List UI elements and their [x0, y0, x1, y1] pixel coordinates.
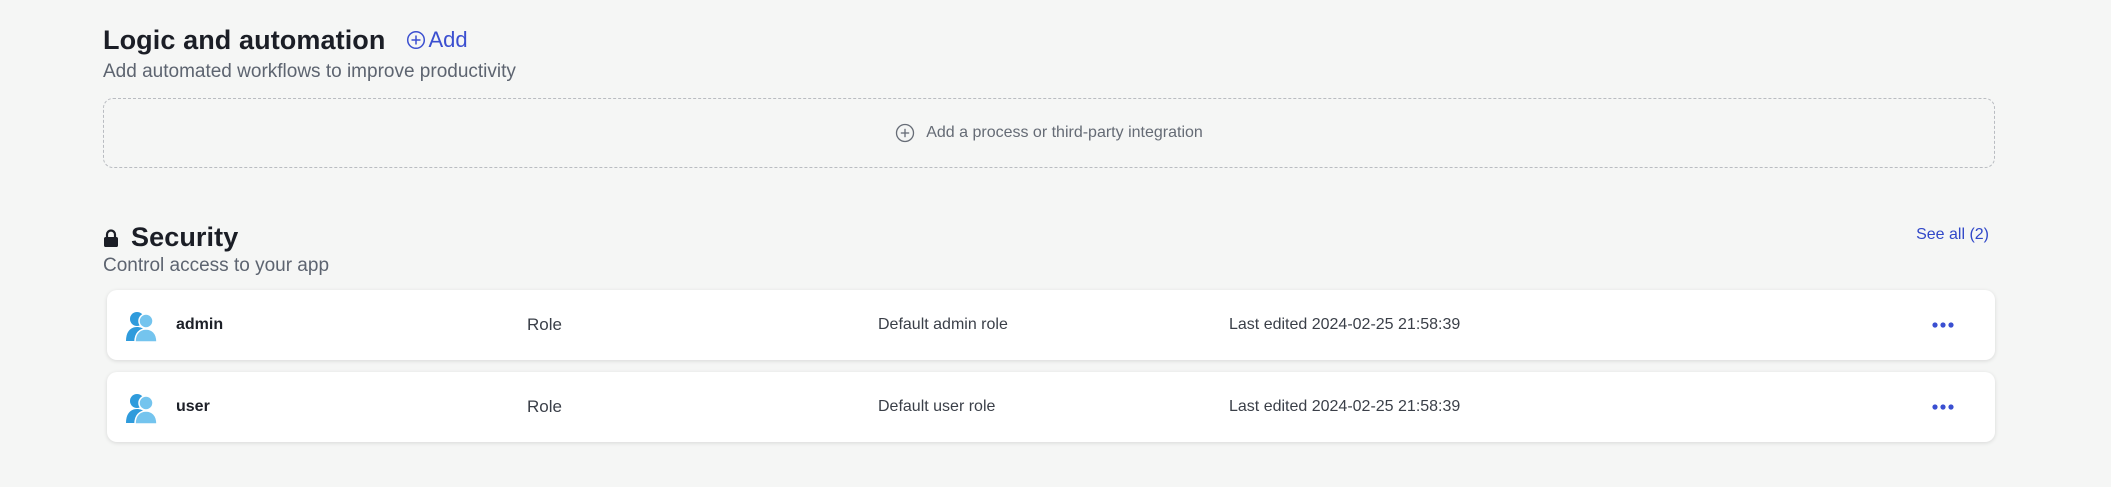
role-name: user [176, 398, 210, 415]
users-icon [125, 392, 159, 429]
more-options-button[interactable] [1931, 397, 1955, 417]
add-logic-label: Add [428, 27, 468, 52]
add-integration-dropzone[interactable]: Add a process or third-party integration [103, 98, 1995, 168]
role-description: Default user role [878, 398, 996, 415]
more-options-button[interactable] [1931, 315, 1955, 335]
see-all-roles-link[interactable]: See all (2) [1916, 226, 1989, 244]
role-type: Role [527, 315, 562, 334]
add-logic-button[interactable]: Add [406, 27, 468, 53]
role-type: Role [527, 397, 562, 416]
users-icon [125, 310, 159, 347]
more-horizontal-icon [1932, 322, 1954, 328]
role-card-admin[interactable]: admin Role Default admin role Last edite… [107, 290, 1995, 360]
add-integration-label: Add a process or third-party integration [926, 124, 1203, 141]
role-description: Default admin role [878, 316, 1008, 333]
logic-section: Logic and automation Add Add automated w… [103, 20, 1999, 168]
plus-circle-icon [406, 30, 425, 50]
security-title-row: Security [103, 220, 1999, 254]
more-horizontal-icon [1932, 404, 1954, 410]
lock-icon [103, 228, 119, 248]
security-title: Security [131, 221, 239, 252]
role-name: admin [176, 316, 224, 333]
plus-circle-icon [896, 123, 915, 143]
logic-title: Logic and automation [103, 24, 386, 55]
security-subtitle: Control access to your app [103, 255, 330, 276]
security-section: Security Control access to your app See … [103, 220, 1999, 442]
role-last-edited: Last edited 2024-02-25 21:58:39 [1229, 398, 1461, 415]
roles-list: admin Role Default admin role Last edite… [107, 290, 1995, 454]
logic-title-row: Logic and automation Add [103, 20, 1999, 60]
role-last-edited: Last edited 2024-02-25 21:58:39 [1229, 316, 1461, 333]
role-card-user[interactable]: user Role Default user role Last edited … [107, 372, 1995, 442]
logic-subtitle: Add automated workflows to improve produ… [103, 61, 516, 82]
